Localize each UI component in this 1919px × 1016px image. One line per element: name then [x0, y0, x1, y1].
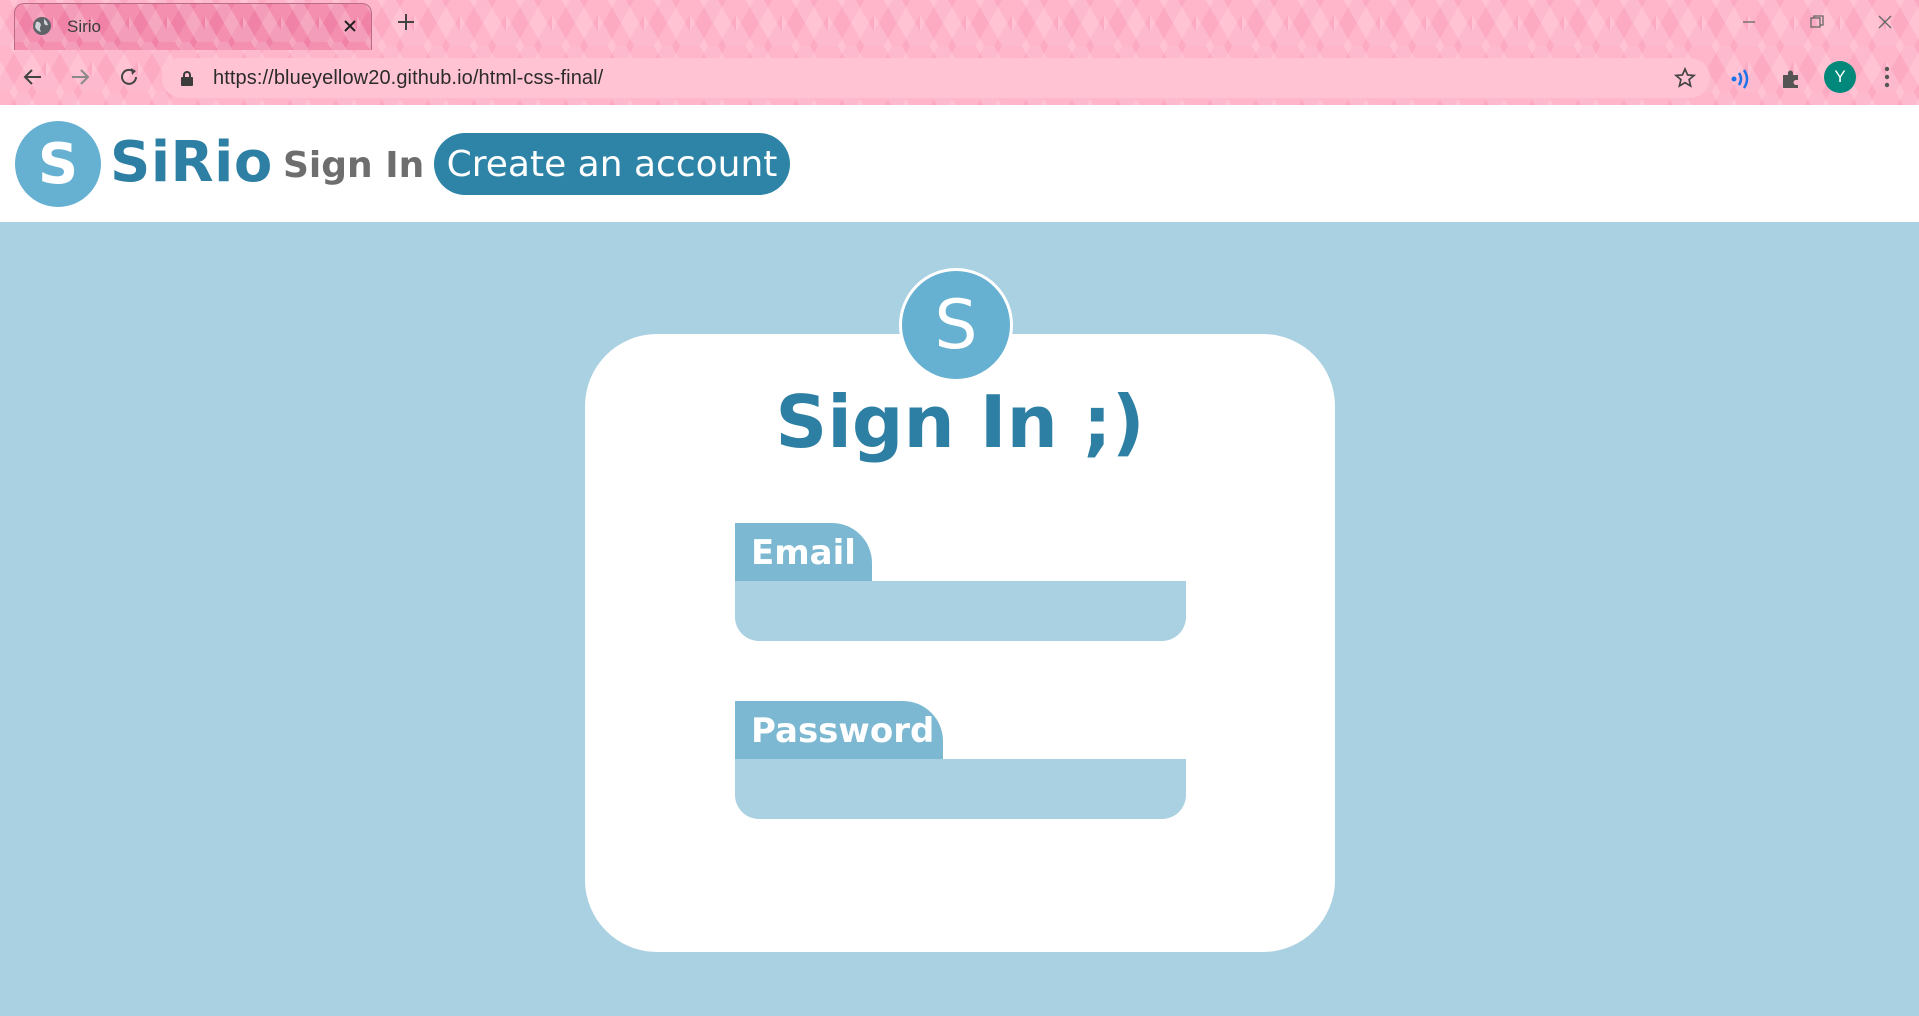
minimize-window-icon[interactable] [1726, 8, 1772, 36]
extensions-puzzle-icon[interactable] [1776, 64, 1806, 94]
tab-strip: Sirio [0, 0, 1919, 50]
create-account-button[interactable]: Create an account [434, 133, 790, 195]
email-field[interactable] [735, 581, 1186, 641]
restore-window-icon[interactable] [1794, 8, 1840, 36]
globe-icon [32, 16, 52, 36]
lock-icon[interactable] [180, 70, 194, 91]
address-bar[interactable]: https://blueyellow20.github.io/html-css-… [162, 58, 1710, 98]
nav-sign-in-link[interactable]: Sign In [283, 145, 424, 186]
menu-dots-icon[interactable] [1875, 62, 1899, 92]
tab-title: Sirio [67, 17, 102, 36]
logo-icon[interactable]: S [15, 121, 101, 207]
browser-chrome: Sirio https://blueyellow20.github.io/htm… [0, 0, 1919, 105]
back-arrow-icon[interactable] [18, 62, 48, 92]
close-window-icon[interactable] [1862, 8, 1908, 36]
card-avatar: S [899, 268, 1013, 382]
password-field[interactable] [735, 759, 1186, 819]
email-label: Email [735, 523, 872, 581]
page-title: Sign In ;) [775, 380, 1145, 464]
bookmark-star-icon[interactable] [1673, 66, 1697, 94]
profile-avatar[interactable]: Y [1824, 61, 1856, 93]
brand-name[interactable]: SiRio [110, 130, 273, 195]
password-label: Password [735, 701, 943, 759]
browser-tab[interactable]: Sirio [14, 3, 372, 50]
extension-signal-icon[interactable] [1726, 64, 1756, 94]
url-text: https://blueyellow20.github.io/html-css-… [213, 67, 604, 89]
browser-toolbar: https://blueyellow20.github.io/html-css-… [0, 52, 1919, 105]
close-tab-icon[interactable] [339, 15, 361, 37]
reload-icon[interactable] [114, 62, 144, 92]
site-header: S SiRio Sign In Create an account [0, 105, 1919, 222]
forward-arrow-icon[interactable] [65, 62, 95, 92]
new-tab-button[interactable] [392, 11, 420, 39]
